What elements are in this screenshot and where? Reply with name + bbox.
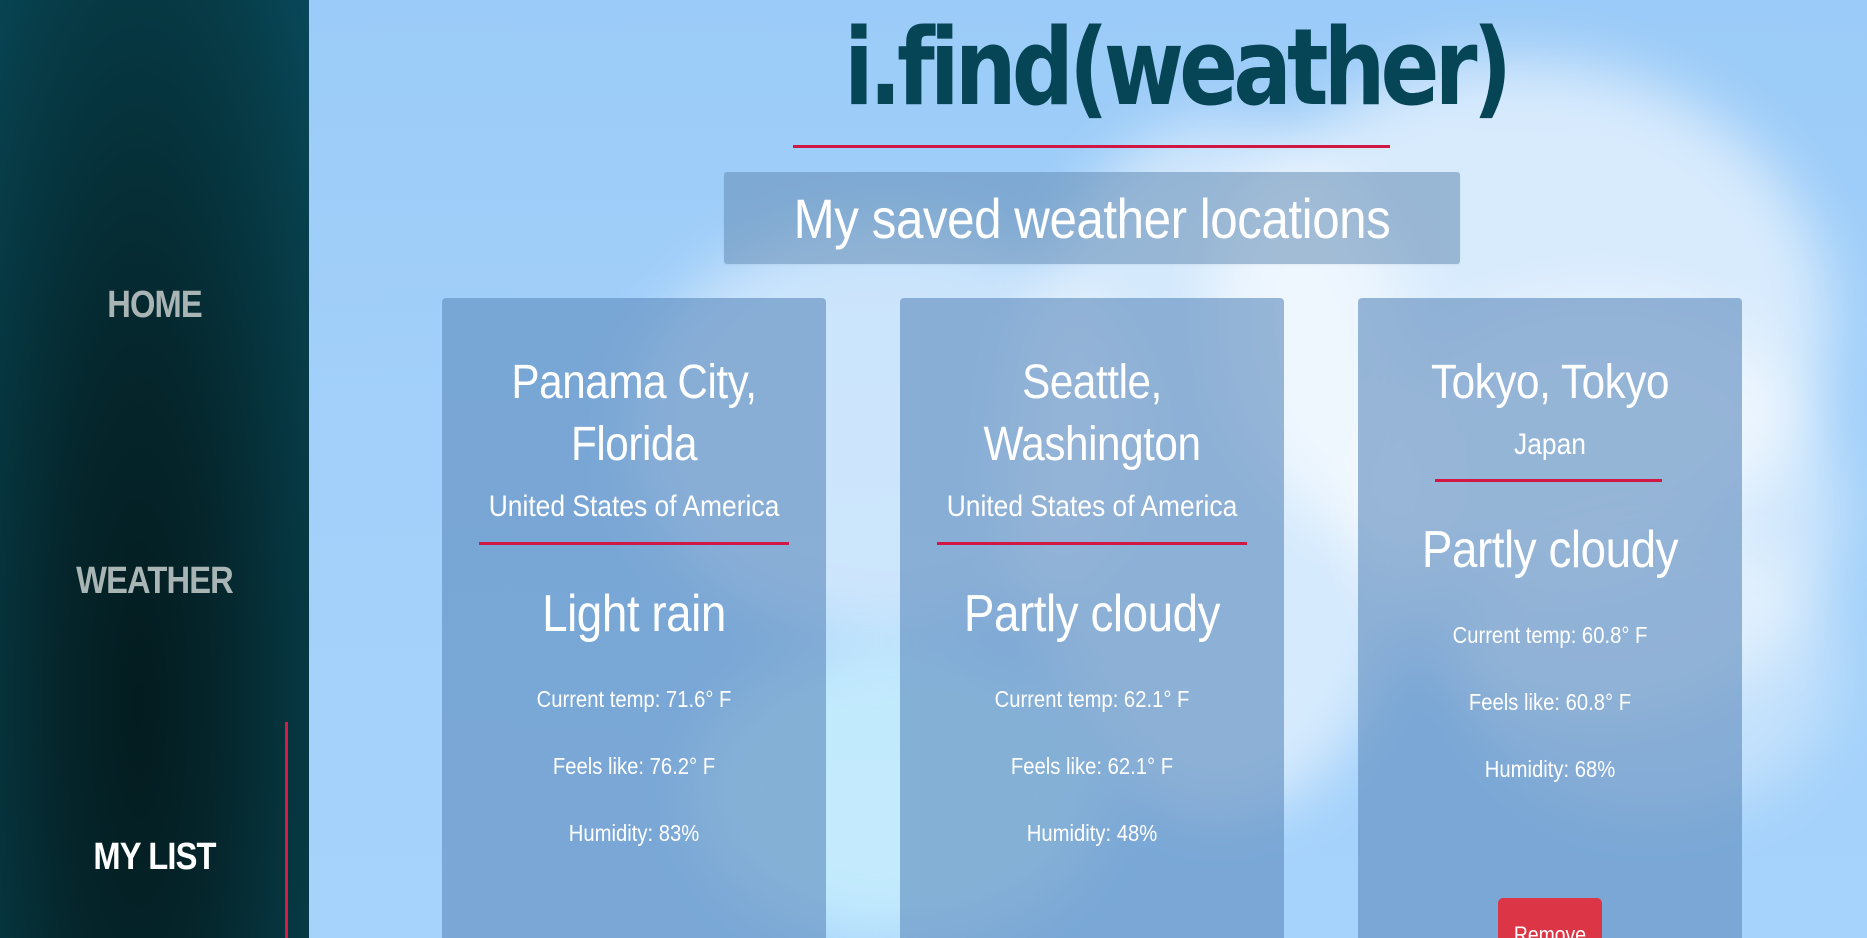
page-heading-box: My saved weather locations	[724, 172, 1460, 264]
nav-item-my-list[interactable]: MY LIST	[22, 836, 288, 879]
location-card: Tokyo, Tokyo Japan Partly cloudy Current…	[1358, 298, 1742, 938]
card-divider	[1435, 479, 1662, 482]
location-card: Seattle, Washington United States of Ame…	[900, 298, 1284, 938]
feels-like: Feels like: 60.8° F	[1468, 689, 1632, 715]
card-divider	[479, 542, 789, 545]
remove-button-label: Remove	[1513, 922, 1587, 938]
weather-condition: Partly cloudy	[963, 585, 1221, 643]
current-temp: Current temp: 62.1° F	[994, 686, 1190, 712]
location-country: Japan	[1514, 428, 1586, 461]
humidity: Humidity: 68%	[1484, 756, 1616, 782]
location-city: Tokyo, Tokyo	[1430, 356, 1670, 409]
feels-like: Feels like: 76.2° F	[552, 753, 716, 779]
app-title: i.find(weather)	[844, 6, 1512, 129]
feels-like: Feels like: 62.1° F	[1010, 753, 1174, 779]
humidity: Humidity: 83%	[568, 820, 700, 846]
location-city: Seattle, Washington	[983, 356, 1201, 471]
page-heading: My saved weather locations	[793, 186, 1391, 250]
weather-condition: Light rain	[542, 585, 726, 643]
location-country: United States of America	[946, 490, 1238, 523]
location-card: Panama City, Florida United States of Am…	[442, 298, 826, 938]
sidebar-nav: HOME WEATHER MY LIST	[0, 0, 309, 938]
current-temp: Current temp: 60.8° F	[1452, 622, 1648, 648]
title-underline	[793, 145, 1390, 148]
location-city: Panama City, Florida	[511, 356, 757, 471]
active-nav-indicator	[285, 722, 288, 938]
card-divider	[937, 542, 1247, 545]
nav-item-weather[interactable]: WEATHER	[22, 560, 288, 603]
nav-item-home[interactable]: HOME	[22, 284, 288, 327]
remove-button[interactable]: Remove	[1498, 898, 1602, 938]
humidity: Humidity: 48%	[1026, 820, 1158, 846]
location-country: United States of America	[488, 490, 780, 523]
weather-condition: Partly cloudy	[1421, 521, 1679, 579]
current-temp: Current temp: 71.6° F	[536, 686, 732, 712]
